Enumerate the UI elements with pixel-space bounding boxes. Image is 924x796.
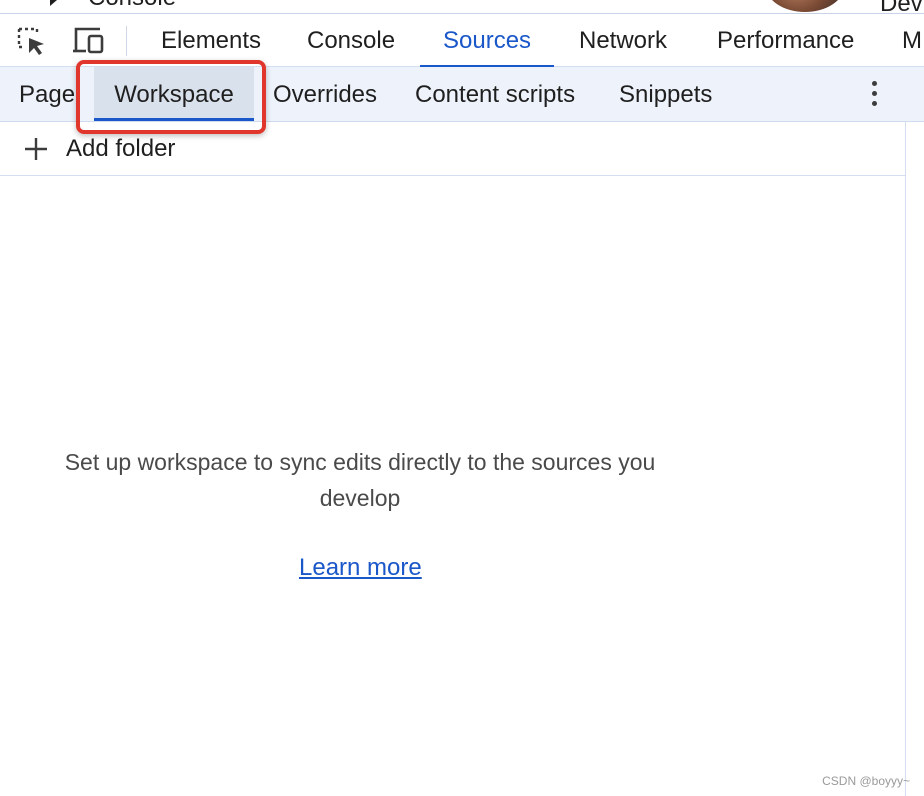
learn-more-link[interactable]: Learn more [299,554,422,582]
subtab-overrides[interactable]: Overrides [273,67,377,121]
tab-network[interactable]: Network [579,14,667,67]
cropped-dev-label: Dev [880,0,923,14]
toolbar-divider [126,26,127,56]
devtools-main-toolbar: Elements Console Sources Network Perform… [0,13,924,68]
watermark: CSDN @boyyy~ [822,774,910,788]
tab-console[interactable]: Console [307,14,395,67]
cropped-header: Console Dev [0,0,924,14]
tab-elements[interactable]: Elements [161,14,261,67]
avatar [766,0,844,12]
expand-arrow-icon [50,0,57,6]
add-folder-label: Add folder [66,135,176,162]
tab-memory-cropped[interactable]: M [902,14,922,67]
tab-sources[interactable]: Sources [419,14,555,68]
subtab-content-scripts[interactable]: Content scripts [415,67,575,121]
workspace-panel: Set up workspace to sync edits directly … [0,176,906,796]
plus-icon [24,137,48,161]
sources-navigator-tabs: Page Workspace Overrides Content scripts… [0,67,924,122]
subtab-page[interactable]: Page [19,67,75,121]
workspace-empty-message: Set up workspace to sync edits directly … [64,449,656,511]
inspect-element-icon[interactable] [16,26,48,56]
subtab-snippets[interactable]: Snippets [619,67,712,121]
add-folder-button[interactable]: Add folder [0,122,906,176]
cropped-console-label: Console [88,0,176,12]
subtab-workspace-label: Workspace [114,81,234,108]
tab-performance[interactable]: Performance [717,14,854,67]
subtab-workspace[interactable]: Workspace [94,67,254,121]
more-vertical-icon[interactable] [862,81,886,109]
devtools-window: Console Dev Elements Console Sources Net… [0,0,924,796]
device-toolbar-icon[interactable] [72,26,104,56]
selected-tab-underline [94,118,254,121]
